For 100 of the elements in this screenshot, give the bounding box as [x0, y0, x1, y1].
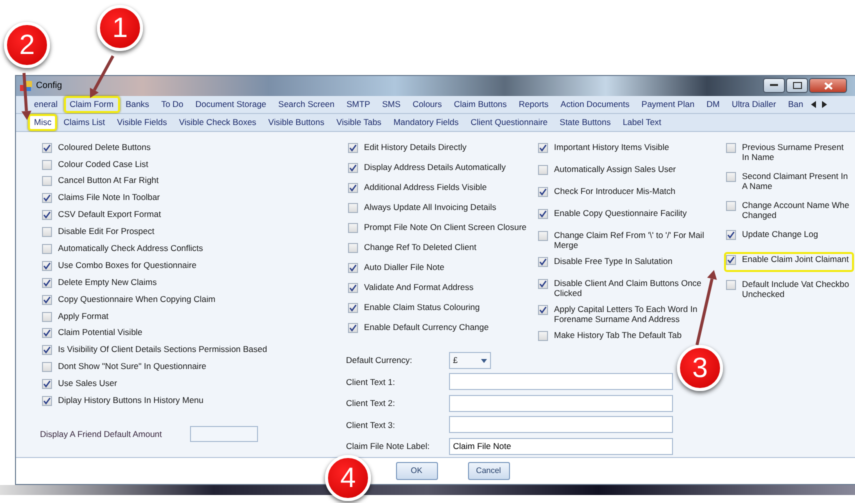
checkbox[interactable] — [42, 396, 52, 406]
tab[interactable]: To Do — [155, 96, 190, 113]
minimize-button[interactable] — [763, 78, 785, 94]
checkbox[interactable] — [42, 379, 52, 390]
checkbox[interactable] — [42, 160, 52, 170]
text-field[interactable] — [449, 416, 673, 434]
checkbox-label: Always Update All Invoicing Details — [364, 202, 496, 212]
checkbox-label: Important History Items Visible — [554, 142, 670, 152]
tab[interactable]: Visible Fields — [111, 114, 173, 131]
tab[interactable]: Client Questionnaire — [464, 114, 554, 131]
tab[interactable]: Visible Tabs — [330, 114, 388, 131]
checkbox[interactable] — [538, 142, 548, 153]
cancel-button[interactable]: Cancel — [468, 462, 510, 480]
amount-field[interactable] — [190, 426, 258, 442]
tab[interactable]: eneral — [28, 96, 64, 113]
checkbox-label: Use Combo Boxes for Questionnaire — [58, 260, 196, 270]
checkbox[interactable] — [42, 278, 52, 288]
step-number-callout: 1 — [97, 5, 143, 51]
checkbox[interactable] — [348, 182, 358, 193]
checkbox[interactable] — [348, 262, 358, 273]
text-field[interactable] — [449, 394, 673, 412]
checkbox-label: Disable Client And Claim Buttons Once Clicked — [554, 278, 702, 298]
tab[interactable]: Visible Buttons — [262, 114, 330, 131]
tab[interactable]: SMS — [376, 96, 407, 113]
app-icon — [20, 80, 32, 92]
checkbox[interactable] — [42, 244, 52, 254]
checkbox-label: Make History Tab The Default Tab — [554, 330, 682, 340]
checkbox[interactable] — [538, 256, 548, 267]
checkbox[interactable] — [42, 142, 52, 153]
tab[interactable]: Ultra Dialler — [726, 96, 782, 113]
checkbox-label: Enable Claim Joint Claimant — [742, 254, 849, 264]
tab[interactable]: Search Screen — [272, 96, 341, 113]
tab[interactable]: Ban — [782, 96, 810, 113]
checkbox[interactable] — [348, 282, 358, 293]
checkbox[interactable] — [42, 345, 52, 356]
tab[interactable]: DM — [700, 96, 726, 113]
checkbox[interactable] — [42, 227, 52, 238]
checkbox[interactable] — [42, 193, 52, 204]
tab[interactable]: Claim Buttons — [448, 96, 513, 113]
checkbox[interactable] — [348, 242, 358, 253]
tab[interactable]: Label Text — [616, 114, 668, 131]
checkbox[interactable] — [726, 200, 736, 211]
tab[interactable]: Mandatory Fields — [387, 114, 465, 131]
checkbox[interactable] — [42, 210, 52, 220]
checkbox[interactable] — [42, 362, 52, 372]
checkbox-label: Validate And Format Address — [364, 282, 474, 292]
checkbox[interactable] — [726, 230, 736, 240]
checkbox-label: Additional Address Fields Visible — [364, 182, 487, 192]
checkbox[interactable] — [348, 302, 358, 313]
checkbox[interactable] — [538, 330, 548, 341]
tab[interactable]: Reports — [512, 96, 555, 113]
checkbox[interactable] — [538, 164, 548, 175]
checkbox[interactable] — [538, 304, 548, 315]
close-button[interactable] — [809, 78, 847, 94]
checkbox[interactable] — [42, 294, 52, 305]
checkbox[interactable] — [726, 142, 736, 153]
step-number-callout: 2 — [4, 22, 50, 68]
callout-arrow — [90, 55, 114, 98]
checkbox-label: Coloured Delete Buttons — [58, 142, 151, 152]
checkbox-label: Automatically Assign Sales User — [554, 164, 676, 174]
tab[interactable]: SMTP — [340, 96, 376, 113]
checkbox[interactable] — [42, 260, 52, 271]
tab[interactable]: Visible Check Boxes — [172, 114, 262, 131]
field-label: Claim File Note Label: — [346, 440, 431, 453]
maximize-button[interactable] — [786, 78, 808, 94]
currency-dropdown[interactable]: £ — [449, 352, 491, 369]
tab[interactable]: Payment Plan — [636, 96, 700, 113]
tab[interactable]: Banks — [120, 96, 156, 113]
checkbox[interactable] — [348, 222, 358, 233]
tab[interactable]: Claims List — [57, 114, 112, 131]
checkbox-label: Display Address Details Automatically — [364, 162, 506, 172]
checkbox[interactable] — [538, 208, 548, 219]
checkbox[interactable] — [42, 328, 52, 338]
checkbox-label: Enable Claim Status Colouring — [364, 302, 480, 312]
checkbox[interactable] — [42, 176, 52, 186]
checkbox-label: Colour Coded Case List — [58, 158, 148, 169]
checkbox-label: Edit History Details Directly — [364, 142, 466, 152]
text-field[interactable] — [449, 373, 673, 390]
checkbox[interactable] — [348, 162, 358, 173]
checkbox[interactable] — [726, 280, 736, 290]
checkbox[interactable] — [348, 322, 358, 333]
checkbox[interactable] — [42, 312, 52, 322]
text-field[interactable]: Claim File Note — [449, 438, 673, 455]
callout-arrow — [21, 72, 32, 120]
ok-button[interactable]: OK — [396, 462, 438, 480]
tab[interactable]: State Buttons — [554, 114, 617, 131]
checkbox-label: Previous Surname Present In Name — [742, 142, 845, 162]
tab[interactable]: Misc — [28, 114, 58, 131]
checkbox[interactable] — [726, 172, 736, 182]
tab[interactable]: Colours — [406, 96, 448, 113]
checkbox[interactable] — [348, 202, 358, 213]
checkbox[interactable] — [538, 186, 548, 197]
checkbox[interactable] — [726, 254, 736, 265]
checkbox[interactable] — [538, 230, 548, 241]
checkbox-label: Dont Show "Not Sure" In Questionnaire — [58, 361, 206, 372]
tab[interactable]: Document Storage — [189, 96, 272, 113]
tab[interactable]: Action Documents — [554, 96, 636, 113]
checkbox[interactable] — [348, 142, 358, 153]
checkbox-label: Disable Edit For Prospect — [58, 226, 154, 236]
checkbox[interactable] — [538, 278, 548, 289]
